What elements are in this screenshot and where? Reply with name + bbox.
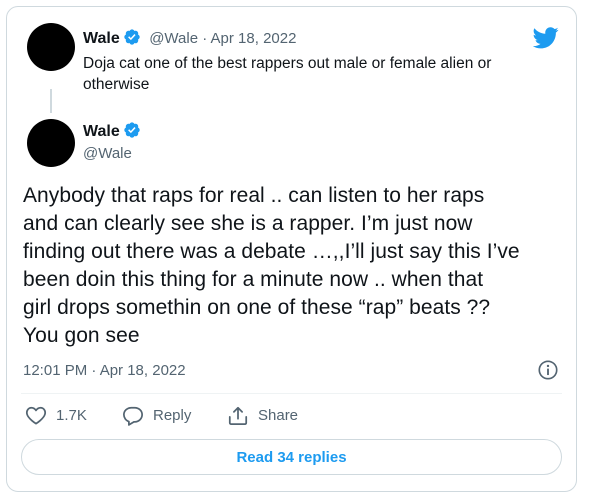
tweet-text-line: been doin this thing for a minute now ..… [23,268,484,291]
share-icon [228,406,248,426]
info-icon[interactable] [537,359,559,381]
avatar[interactable] [27,119,75,167]
tweet-timestamp[interactable]: 12:01 PM · Apr 18, 2022 [23,362,186,379]
tweet-text-line: and can clearly see she is a rapper. I’m… [23,212,473,235]
author-handle[interactable]: @Wale [83,145,132,162]
author-name[interactable]: Wale [83,123,120,140]
like-count: 1.7K [56,406,87,424]
main-tweet-author: Wale [83,121,141,144]
heart-icon [25,406,47,425]
author-name[interactable]: Wale [83,30,120,47]
thread-connector-line [50,89,52,113]
tweet-text-line: Anybody that raps for real .. can listen… [23,184,485,207]
verified-badge-icon [123,121,141,144]
handle-and-date[interactable]: @Wale · Apr 18, 2022 [149,30,296,47]
tweet-text: Anybody that raps for real .. can listen… [23,182,520,350]
tweet-text-line: girl drops somethin on one of these “rap… [23,296,491,319]
quoted-tweet-header: Wale @Wale · Apr 18, 2022 [83,28,296,51]
tweet-card: Wale @Wale · Apr 18, 2022 Doja cat one o… [6,6,577,492]
share-button[interactable]: Share [227,405,298,426]
verified-badge-icon [123,28,141,51]
divider [21,393,562,394]
share-label: Share [258,407,299,424]
reply-button[interactable]: Reply [122,405,191,426]
avatar[interactable] [27,23,75,71]
twitter-bird-icon[interactable] [533,27,559,49]
tweet-text-line: finding out there was a debate …,,I’ll j… [23,240,520,263]
read-replies-label: Read 34 replies [236,448,347,466]
reply-bubble-icon [123,406,143,426]
tweet-text-line: You gon see [23,324,140,347]
reply-label: Reply [153,407,192,424]
read-replies-button[interactable]: Read 34 replies [21,439,562,475]
quoted-tweet-text: Doja cat one of the best rappers out mal… [83,55,492,93]
like-button[interactable]: 1.7K [25,405,87,425]
